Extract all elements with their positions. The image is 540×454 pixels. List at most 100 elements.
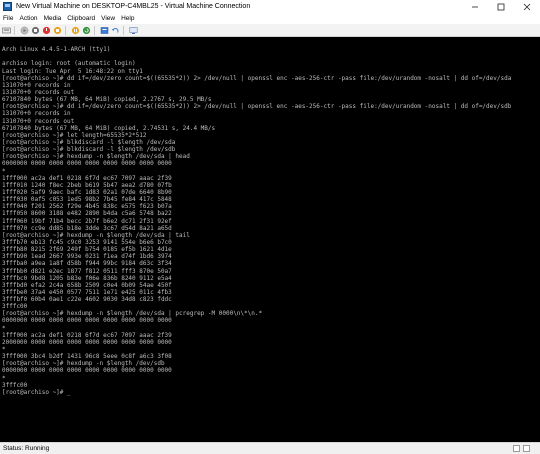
- revert-icon: [112, 27, 119, 33]
- reset-button[interactable]: [82, 26, 91, 35]
- console-line: 1fff000 ac2a def1 0218 6f7d ec67 7097 aa…: [2, 331, 172, 339]
- console-line: 1fff020 5af9 9aec bafc 1d83 02a1 07de 66…: [2, 188, 172, 196]
- ctrl-alt-del-icon: [2, 27, 11, 33]
- console-line: [root@archiso ~]# hexdump -n $length /de…: [2, 231, 190, 239]
- vm-console-screen[interactable]: Arch Linux 4.4.5-1-ARCH (tty1) archiso lo…: [0, 37, 540, 442]
- console-line: [root@archiso ~]# hexdump -n $length /de…: [2, 310, 263, 318]
- console-line: 67107840 bytes (67 MB, 64 MiB) copied, 2…: [2, 124, 216, 132]
- turn-off-button[interactable]: [31, 26, 40, 35]
- console-line: 1fff000 ac2a def1 0218 6f7d ec67 7097 aa…: [2, 174, 172, 182]
- console-line: 3fffc00: [2, 303, 28, 311]
- toolbar-separator: [94, 25, 95, 35]
- toolbar-separator: [123, 25, 124, 35]
- minimize-button[interactable]: [462, 0, 488, 13]
- window-controls: [462, 0, 540, 13]
- revert-button[interactable]: [111, 26, 120, 35]
- window-title: New Virtual Machine on DESKTOP-C4MBL25 -…: [16, 3, 251, 10]
- keyboard-indicator-icon: [513, 445, 520, 452]
- mouse-indicator-icon: [523, 445, 530, 452]
- console-line: *: [2, 346, 6, 354]
- save-button[interactable]: [53, 26, 62, 35]
- console-line: [root@archiso ~]# _: [2, 388, 71, 396]
- console-line: 1fff040 f201 2562 f29e 4b45 838c e575 f6…: [2, 203, 172, 211]
- console-line: 1fff050 8600 3188 e482 2890 b4da c5a6 57…: [2, 210, 172, 218]
- enhanced-session-icon: [129, 26, 138, 34]
- status-indicators: [513, 445, 530, 452]
- console-line: 3fffb90 1ead 2667 993e 0231 f1ea d74f 1b…: [2, 253, 172, 261]
- console-line: *: [2, 167, 6, 175]
- console-line: [root@archiso ~]# hexdump -n $length /de…: [2, 360, 165, 368]
- save-icon: [53, 26, 62, 34]
- console-line: 67107840 bytes (67 MB, 64 MiB) copied, 2…: [2, 96, 212, 104]
- console-line: 3fff000 3bc4 b2df 1431 96c8 5eee 0c8f a6…: [2, 353, 172, 361]
- console-line: Last login: Tue Apr 5 16:48:22 on tty1: [2, 67, 143, 75]
- reset-icon: [82, 26, 91, 34]
- vm-connection-window: New Virtual Machine on DESKTOP-C4MBL25 -…: [0, 0, 540, 454]
- status-bar: Status: Running: [0, 442, 540, 454]
- console-line: 0000000 0000 0000 0000 0000 0000 0000 00…: [2, 317, 172, 325]
- console-line: [root@archiso ~]# dd if=/dev/zero count=…: [2, 74, 512, 82]
- ctrl-alt-del-button[interactable]: [2, 26, 11, 35]
- console-line: 2000000 0000 0000 0000 0000 0000 0000 00…: [2, 338, 172, 346]
- pause-button[interactable]: [71, 26, 80, 35]
- toolbar-separator: [14, 25, 15, 35]
- start-icon: [20, 26, 29, 34]
- start-button[interactable]: [20, 26, 29, 35]
- console-line: archiso login: root (automatic login): [2, 60, 136, 68]
- console-line: 3fffc00: [2, 381, 28, 389]
- enhanced-session-button[interactable]: [129, 26, 138, 35]
- menu-help[interactable]: Help: [118, 15, 137, 22]
- console-line: 3fffb80 8215 2f69 249f b754 0185 ef5b 16…: [2, 246, 172, 254]
- title-bar[interactable]: New Virtual Machine on DESKTOP-C4MBL25 -…: [0, 0, 540, 13]
- menu-action[interactable]: Action: [16, 15, 40, 22]
- console-line: [root@archiso ~]# hexdump -n $length /de…: [2, 153, 190, 161]
- console-line: 3fffbc0 9bd8 1205 b83e f06e 836b 8240 91…: [2, 274, 172, 282]
- console-line: 3fffba0 a9ea 1a8f d58b f944 99bc 9184 d6…: [2, 260, 172, 268]
- console-line: 0000000 0000 0000 0000 0000 0000 0000 00…: [2, 160, 172, 168]
- console-line: [root@archiso ~]# let length=65535*2*512: [2, 131, 147, 139]
- console-line: 131070+0 records in: [2, 81, 71, 89]
- maximize-icon: [497, 3, 505, 10]
- console-line: Arch Linux 4.4.5-1-ARCH (tty1): [2, 46, 111, 54]
- shutdown-button[interactable]: [42, 26, 51, 35]
- console-line: *: [2, 374, 6, 382]
- toolbar-separator: [65, 25, 66, 35]
- menu-bar: File Action Media Clipboard View Help: [0, 13, 540, 24]
- console-line: [root@archiso ~]# blkdiscard -l $length …: [2, 138, 176, 146]
- console-line: 3fffbe0 37a4 e450 0577 7511 1e71 e425 01…: [2, 288, 172, 296]
- console-line: [root@archiso ~]# dd if=/dev/zero count=…: [2, 103, 512, 111]
- console-output: Arch Linux 4.4.5-1-ARCH (tty1) archiso lo…: [2, 39, 511, 396]
- maximize-button[interactable]: [488, 0, 514, 13]
- checkpoint-button[interactable]: [100, 26, 109, 35]
- turn-off-icon: [31, 26, 40, 34]
- console-line: 1fff060 19bf 71b4 becc 2b7f b6e2 dc71 2f…: [2, 217, 172, 225]
- menu-media[interactable]: Media: [41, 15, 65, 22]
- console-line: 3fffb70 eb13 fc45 c9c0 3253 9141 554e b6…: [2, 238, 172, 246]
- menu-view[interactable]: View: [98, 15, 118, 22]
- console-line: *: [2, 324, 6, 332]
- console-line: 1fff010 1240 f8ec 2beb b619 5b47 aea2 d7…: [2, 181, 172, 189]
- close-icon: [523, 3, 531, 10]
- toolbar: [0, 24, 540, 37]
- close-button[interactable]: [514, 0, 540, 13]
- vm-connection-app-icon: [3, 2, 12, 11]
- console-line: 131070+0 records out: [2, 117, 75, 125]
- status-text: Status: Running: [3, 445, 50, 452]
- pause-icon: [71, 26, 80, 34]
- console-line: 3fffbb0 d821 e2ec 1877 f812 0511 fff3 87…: [2, 267, 172, 275]
- console-line: 3fffbf0 60b4 0ae1 c22e 4602 9030 34d8 c8…: [2, 296, 172, 304]
- console-line: [root@archiso ~]# blkdiscard -l $length …: [2, 146, 176, 154]
- checkpoint-icon: [100, 26, 109, 34]
- console-line: 131070+0 records out: [2, 88, 75, 96]
- console-line: 0000000 0000 0000 0000 0000 0000 0000 00…: [2, 367, 172, 375]
- console-line: 131070+0 records in: [2, 110, 71, 118]
- minimize-icon: [472, 6, 478, 7]
- console-line: 3fffbd0 efa2 2c4a 658b 2509 c0e4 0b09 54…: [2, 281, 172, 289]
- console-line: 1fff070 cc9e dd85 b18e 3dde 3c67 d54d 8a…: [2, 224, 172, 232]
- console-line: 1fff030 0af5 c053 1ed5 98b2 7b45 fe84 41…: [2, 196, 172, 204]
- shutdown-icon: [42, 26, 51, 34]
- menu-file[interactable]: File: [0, 15, 16, 22]
- menu-clipboard[interactable]: Clipboard: [64, 15, 98, 22]
